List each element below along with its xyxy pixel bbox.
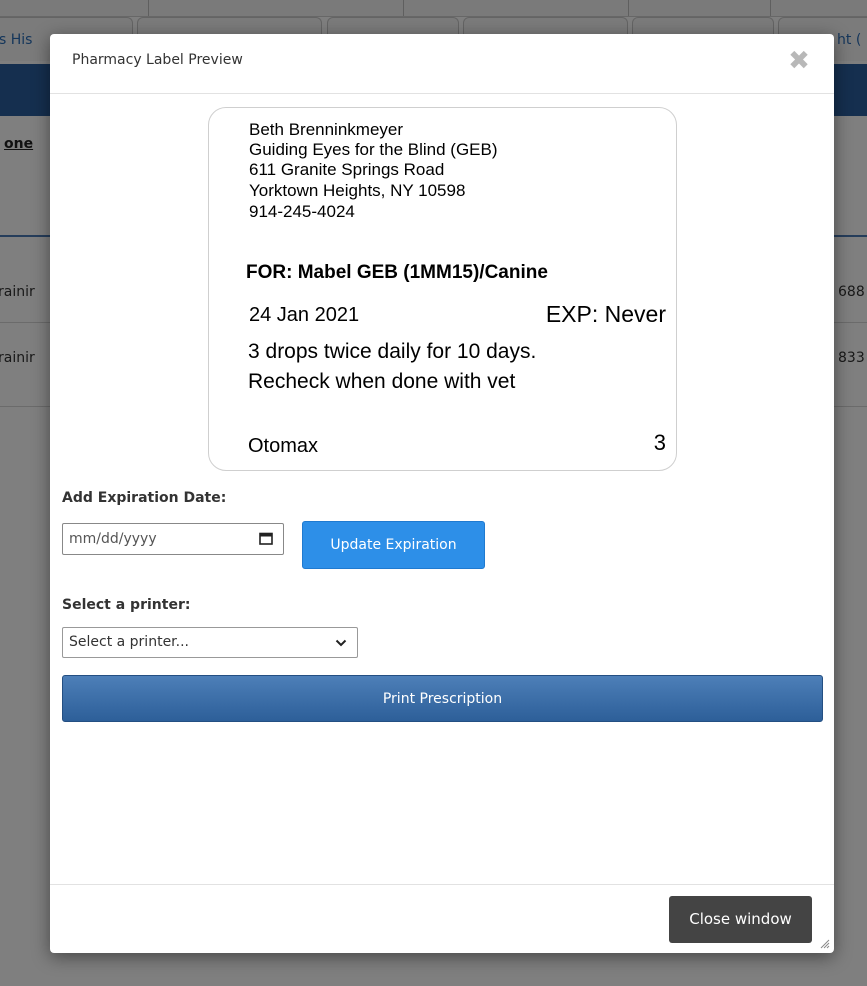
print-prescription-button[interactable]: Print Prescription xyxy=(62,675,823,722)
label-drug-name: Otomax xyxy=(248,435,319,457)
label-owner-name: Beth Brenninkmeyer xyxy=(249,120,404,139)
pharmacy-label-modal: Pharmacy Label Preview ✖ Beth Brenninkme… xyxy=(50,34,834,953)
resize-grip-icon[interactable] xyxy=(818,937,830,949)
label-instructions: Recheck when done with vet xyxy=(248,370,516,393)
label-clinic-name: Guiding Eyes for the Blind (GEB) xyxy=(249,140,498,159)
close-window-button[interactable]: Close window xyxy=(669,896,812,943)
label-phone: 914-245-4024 xyxy=(249,202,355,221)
date-placeholder: mm/dd/yyyy xyxy=(69,531,157,547)
printer-select-value: Select a printer... xyxy=(69,634,189,650)
expiration-date-label: Add Expiration Date: xyxy=(62,490,227,506)
printer-select[interactable]: Select a printer... xyxy=(62,627,358,658)
modal-title: Pharmacy Label Preview xyxy=(72,52,243,68)
label-patient: FOR: Mabel GEB (1MM15)/Canine xyxy=(246,262,548,283)
modal-header: Pharmacy Label Preview ✖ xyxy=(50,34,834,94)
label-street-address: 611 Granite Springs Road xyxy=(249,160,445,179)
label-date: 24 Jan 2021 xyxy=(249,304,360,326)
label-expiration: EXP: Never xyxy=(545,301,666,327)
update-expiration-button[interactable]: Update Expiration xyxy=(302,521,485,569)
chevron-down-icon xyxy=(335,639,347,647)
label-instructions: 3 drops twice daily for 10 days. xyxy=(248,340,537,363)
expiration-date-input[interactable]: mm/dd/yyyy xyxy=(62,523,284,555)
label-city-state-zip: Yorktown Heights, NY 10598 xyxy=(249,181,466,200)
close-icon[interactable]: ✖ xyxy=(784,46,814,76)
printer-select-label: Select a printer: xyxy=(62,597,191,613)
label-quantity: 3 xyxy=(653,430,666,455)
calendar-icon[interactable] xyxy=(259,532,273,545)
pharmacy-label-preview: Beth Brenninkmeyer Guiding Eyes for the … xyxy=(208,107,677,471)
